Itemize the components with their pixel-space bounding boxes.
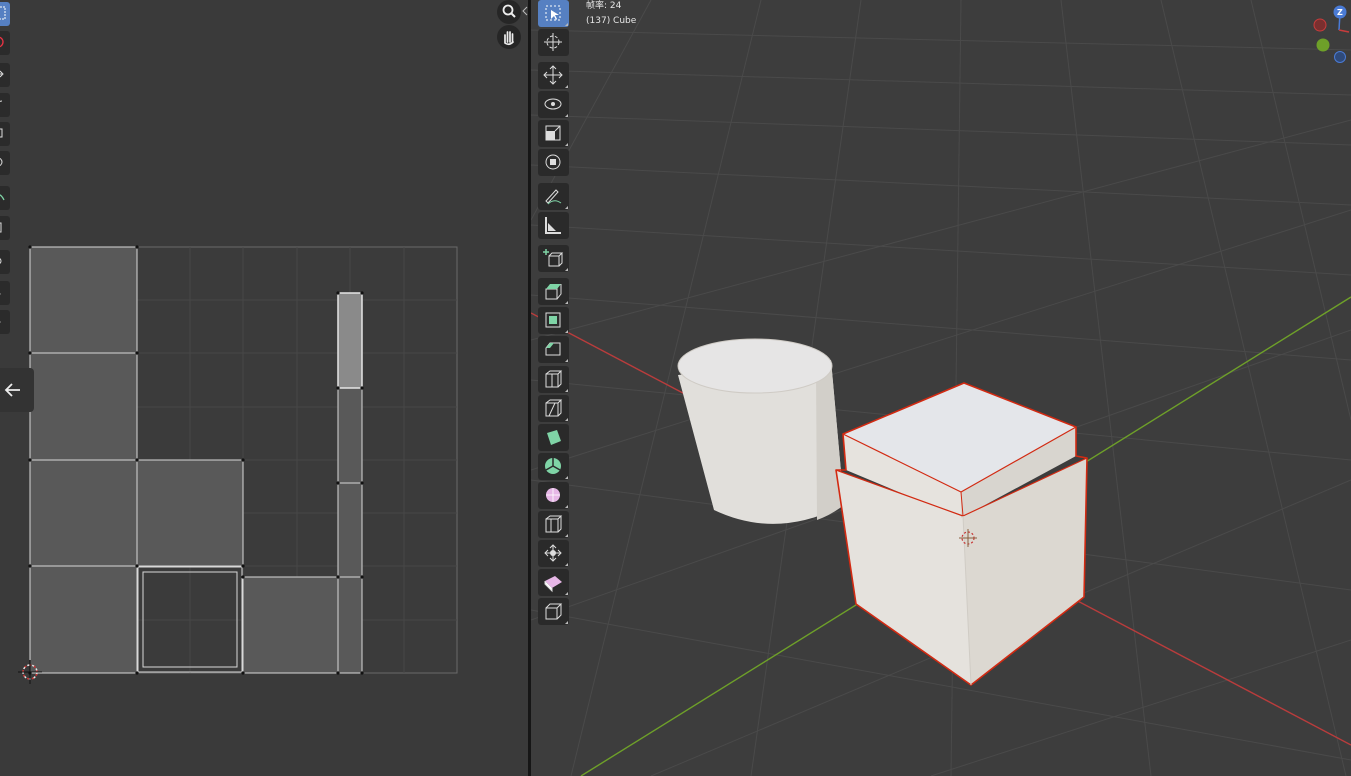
tool-cursor[interactable] <box>538 29 569 56</box>
bevel-icon <box>545 342 561 356</box>
rip-region-icon <box>545 603 563 620</box>
shear-icon <box>544 576 562 593</box>
pan-hand-icon <box>504 31 514 46</box>
uv-tool-relax[interactable] <box>0 281 10 305</box>
uv-tool-annotate[interactable] <box>0 186 10 210</box>
uv-tool-pinch[interactable] <box>0 250 10 274</box>
relax-icon <box>0 293 1 295</box>
tool-shear[interactable] <box>538 569 569 596</box>
uv-island-selected <box>337 292 363 389</box>
uv-island <box>242 576 339 674</box>
tool-transform[interactable] <box>538 149 569 176</box>
tool-move[interactable] <box>538 62 569 89</box>
cube-mesh-selected <box>835 382 1088 686</box>
tool-scale[interactable] <box>538 120 569 147</box>
scale-icon <box>545 125 561 141</box>
tool-rotate[interactable] <box>538 91 569 118</box>
frame-rate-label: 帧率: 24 <box>586 1 622 11</box>
gizmo-y-negative <box>1334 51 1346 63</box>
uv-tool-transform[interactable] <box>0 151 10 175</box>
inset-icon <box>545 312 561 328</box>
spin-icon <box>545 458 561 474</box>
uv-tool-cursor[interactable] <box>0 31 10 55</box>
tool-shrink-fatten[interactable] <box>538 540 569 567</box>
grab-icon <box>0 222 2 233</box>
tool-edge-slide[interactable] <box>538 511 569 538</box>
tool-annotate[interactable] <box>538 183 569 210</box>
tool-measure[interactable] <box>538 212 569 239</box>
tool-inset[interactable] <box>538 307 569 334</box>
transform-icon <box>0 157 3 167</box>
uv-tool-rip[interactable] <box>0 310 10 334</box>
tool-select-box[interactable] <box>538 0 569 27</box>
gizmo-y-positive <box>1316 38 1330 52</box>
tool-loop-cut[interactable] <box>538 366 569 393</box>
move-icon <box>0 70 4 78</box>
cursor-icon <box>0 36 4 48</box>
smooth-icon <box>546 488 560 502</box>
transform-icon <box>545 154 561 170</box>
arrow-left-icon <box>4 383 20 397</box>
uv-editor[interactable] <box>0 0 528 776</box>
uv-tool-move[interactable] <box>0 63 10 87</box>
extrude-icon <box>545 284 562 300</box>
uv-island <box>136 459 244 567</box>
uv-island <box>29 459 138 567</box>
tool-knife[interactable] <box>538 395 569 422</box>
uv-island <box>337 576 363 674</box>
uv-tool-select-box[interactable] <box>0 2 10 26</box>
annotate-icon <box>545 189 562 205</box>
select-box-icon <box>0 6 6 20</box>
zoom-icon <box>502 4 516 18</box>
collapse-sidebar-button[interactable] <box>0 368 34 412</box>
uv-island <box>337 482 363 578</box>
rotate-icon <box>0 100 3 103</box>
measure-icon <box>545 217 561 234</box>
shrink-fatten-icon <box>544 544 562 562</box>
gizmo-z-label: Z <box>1337 8 1343 17</box>
rip-icon <box>0 321 1 323</box>
tool-poly-build[interactable] <box>538 424 569 451</box>
annotate-icon <box>0 194 5 201</box>
move-icon <box>543 65 563 85</box>
navigation-axis-gizmo[interactable]: Z <box>1307 0 1351 70</box>
viewport-scene[interactable] <box>531 0 1351 776</box>
tool-rip-region[interactable] <box>538 598 569 625</box>
loop-cut-icon <box>545 370 563 388</box>
tool-bevel[interactable] <box>538 336 569 363</box>
uv-island <box>29 352 138 461</box>
zoom-button[interactable] <box>497 0 521 24</box>
add-cube-icon <box>543 249 564 267</box>
pinch-icon <box>0 258 2 264</box>
uv-grid-canvas[interactable] <box>0 0 528 776</box>
3d-viewport[interactable]: 帧率: 24 (137) Cube Z <box>531 0 1351 776</box>
gizmo-x-negative <box>1313 18 1327 32</box>
poly-build-icon <box>547 430 561 445</box>
active-object-label: (137) Cube <box>586 16 637 26</box>
tool-smooth[interactable] <box>538 482 569 509</box>
uv-tool-grab[interactable] <box>0 216 10 240</box>
tool-extrude[interactable] <box>538 278 569 305</box>
tool-add-cube[interactable] <box>538 245 569 272</box>
knife-icon <box>545 399 563 417</box>
cylinder-mesh <box>677 338 844 524</box>
scale-icon <box>0 128 3 138</box>
uv-island <box>337 387 363 484</box>
select-box-icon <box>545 5 561 21</box>
uv-island <box>29 246 138 354</box>
uv-island <box>29 565 138 674</box>
pan-button[interactable] <box>497 25 521 49</box>
uv-tool-rotate[interactable] <box>0 93 10 117</box>
cursor-icon <box>544 33 562 51</box>
uv-tool-scale[interactable] <box>0 122 10 146</box>
edge-slide-icon <box>545 515 563 533</box>
rotate-icon <box>544 98 562 110</box>
tool-spin[interactable] <box>538 453 569 480</box>
